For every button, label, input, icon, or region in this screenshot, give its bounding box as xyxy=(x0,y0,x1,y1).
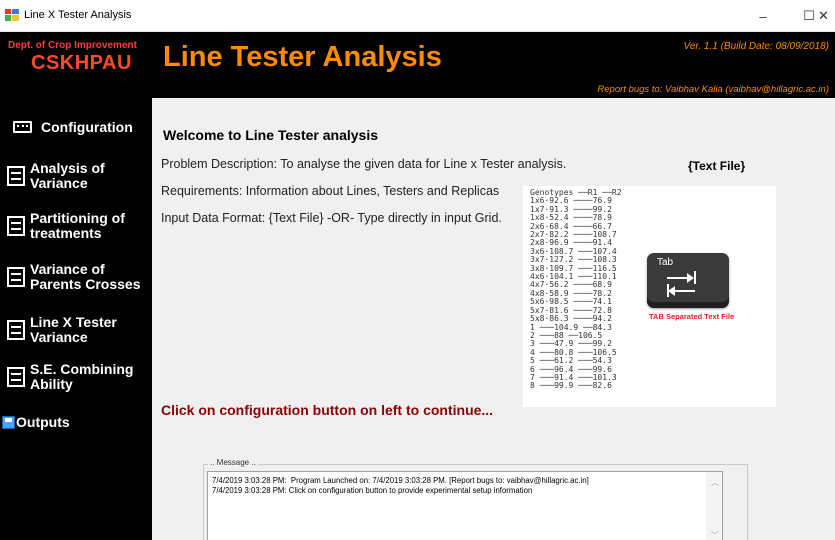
tab-key-label: Tab xyxy=(657,257,674,268)
sidebar-item-label: Analysis of Variance xyxy=(30,160,105,191)
tab-stop-right-icon xyxy=(694,271,696,284)
department-label: Dept. of Crop Improvement xyxy=(8,40,137,51)
problem-description: Problem Description: To analyse the give… xyxy=(161,157,567,171)
document-icon xyxy=(7,166,25,186)
document-icon xyxy=(7,320,25,340)
text-file-label: {Text File} xyxy=(688,159,746,173)
app-icon xyxy=(5,9,19,21)
arrow-right-icon xyxy=(667,273,694,283)
scroll-up-icon[interactable]: ︿ xyxy=(711,477,719,488)
sidebar-item-configuration[interactable]: Configuration xyxy=(0,118,152,136)
report-bugs-label: Report bugs to: Vaibhav Kalia (vaibhav@h… xyxy=(597,84,829,95)
keyboard-icon xyxy=(13,121,32,133)
document-icon xyxy=(7,216,25,236)
message-log: 7/4/2019 3:03:28 PM: Program Launched on… xyxy=(212,476,589,495)
sidebar-item-label: Variance of Parents Crosses xyxy=(30,261,141,292)
message-legend: .. Message .. xyxy=(208,458,258,467)
save-icon xyxy=(2,415,15,429)
sidebar-item-se-combining[interactable]: S.E. Combining Ability xyxy=(0,361,152,393)
sidebar-item-partitioning[interactable]: Partitioning of treatments xyxy=(0,210,152,242)
title-bar: Line X Tester Analysis – ☐ ✕ xyxy=(0,0,835,32)
sidebar-item-label: Outputs xyxy=(16,413,70,430)
document-icon xyxy=(7,367,25,387)
organization-label: CSKHPAU xyxy=(31,52,132,74)
configuration-prompt: Click on configuration button on left to… xyxy=(161,402,494,418)
app-title: Line Tester Analysis xyxy=(163,41,442,73)
sidebar-item-label: S.E. Combining Ability xyxy=(30,361,134,392)
sidebar-item-analysis-of-variance[interactable]: Analysis of Variance xyxy=(0,160,152,192)
welcome-heading: Welcome to Line Tester analysis xyxy=(163,127,379,143)
sidebar-item-label: Configuration xyxy=(41,118,133,135)
arrow-left-icon xyxy=(668,286,695,296)
version-label: Ver. 1.1 (Build Date: 08/09/2018) xyxy=(683,41,829,52)
input-format-text: Input Data Format: {Text File} -OR- Type… xyxy=(161,211,502,225)
sidebar-item-line-x-tester[interactable]: Line X Tester Variance xyxy=(0,314,152,346)
sidebar-item-variance-parents[interactable]: Variance of Parents Crosses xyxy=(0,261,152,293)
sample-data-text: Genotypes ──R1 ──R2 1x6·92.6 ────76.9 1x… xyxy=(530,188,622,391)
close-button[interactable]: ✕ xyxy=(812,0,835,32)
requirements-text: Requirements: Information about Lines, T… xyxy=(161,184,500,198)
sidebar-item-outputs[interactable]: Outputs xyxy=(0,413,152,431)
sidebar-item-label: Line X Tester Variance xyxy=(30,314,117,345)
minimize-button[interactable]: – xyxy=(740,0,786,32)
scroll-down-icon[interactable]: ﹀ xyxy=(711,530,719,540)
tab-caption: TAB Separated Text File xyxy=(649,312,735,321)
sidebar-item-label: Partitioning of treatments xyxy=(30,210,125,241)
tab-stop-left-icon xyxy=(667,284,669,297)
window-title: Line X Tester Analysis xyxy=(24,9,132,21)
document-icon xyxy=(7,267,25,287)
